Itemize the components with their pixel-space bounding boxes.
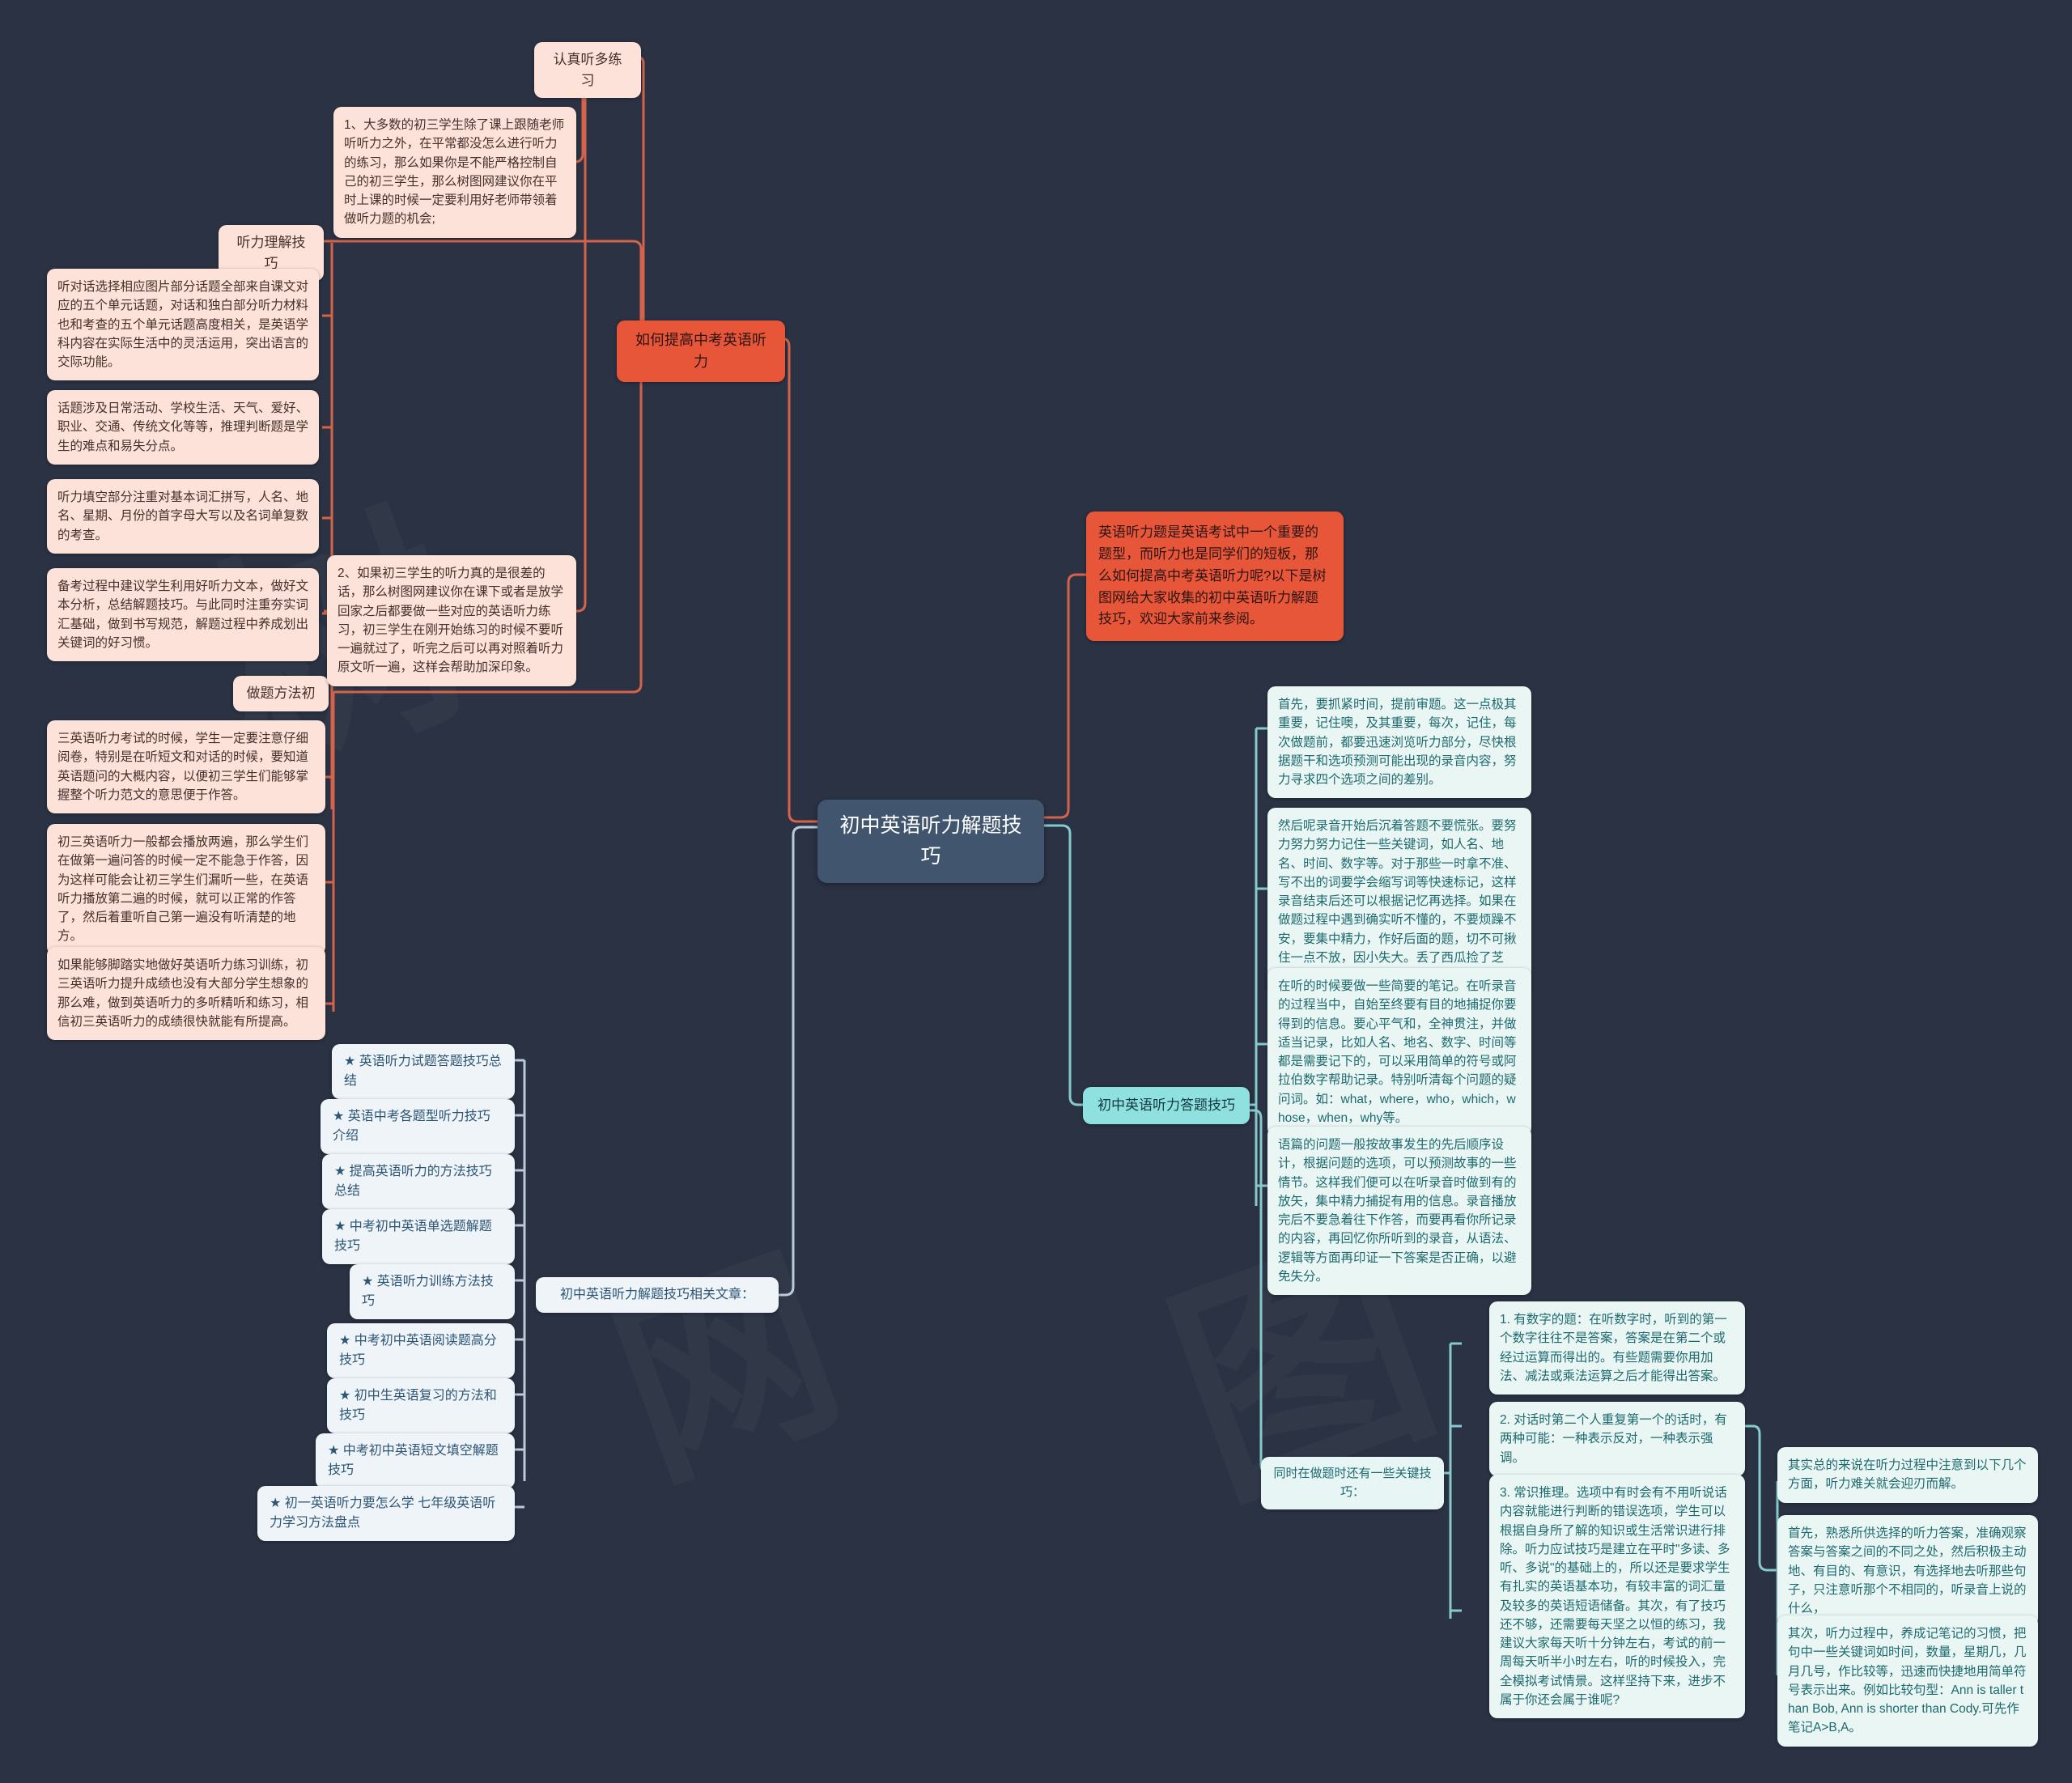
related-article-2[interactable]: ★ 英语中考各题型听力技巧介绍: [321, 1099, 515, 1154]
left-item-method-1[interactable]: 2、如果初三学生的听力真的是很差的话，那么树图网建议你在课下或者是放学回家之后都…: [327, 555, 576, 686]
related-article-6[interactable]: ★ 中考初中英语阅读题高分技巧: [327, 1323, 515, 1378]
left-item-comprehension-4[interactable]: 备考过程中建议学生利用好听力文本，做好文本分析，总结解题技巧。与此同时注重夯实词…: [47, 568, 319, 661]
group-label-listen-practice[interactable]: 认真听多练习: [534, 42, 641, 98]
left-item-practice-1[interactable]: 1、大多数的初三学生除了课上跟随老师听听力之外，在平常都没怎么进行听力的练习，那…: [333, 107, 576, 238]
right-intro-box[interactable]: 英语听力题是英语考试中一个重要的题型，而听力也是同学们的短板，那么如何提高中考英…: [1086, 512, 1344, 642]
left-item-comprehension-1[interactable]: 听对话选择相应图片部分话题全部来自课文对应的五个单元话题，对话和独白部分听力材料…: [47, 269, 319, 381]
summary-item-3[interactable]: 其次，听力过程中，养成记笔记的习惯，把句中一些关键词如时间，数量，星期几，几月几…: [1777, 1615, 2038, 1747]
root-node[interactable]: 初中英语听力解题技巧: [817, 800, 1044, 883]
right-item-1[interactable]: 首先，要抓紧时间，提前审题。这一点极其重要，记住噢，及其重要，每次，记住，每次做…: [1267, 686, 1531, 799]
related-article-9[interactable]: ★ 初一英语听力要怎么学 七年级英语听力学习方法盘点: [257, 1486, 515, 1541]
right-item-4[interactable]: 语篇的问题一般按故事发生的先后顺序设计，根据问题的选项，可以预测故事的一些情节。…: [1267, 1127, 1531, 1295]
related-article-7[interactable]: ★ 初中生英语复习的方法和技巧: [327, 1378, 515, 1433]
watermark: 网: [569, 1171, 871, 1530]
related-article-8[interactable]: ★ 中考初中英语短文填空解题技巧: [316, 1433, 515, 1488]
tip-item-3[interactable]: 3. 常识推理。选项中有时会有不用听说话内容就能进行判断的错误选项，学生可以根据…: [1489, 1475, 1745, 1718]
right-item-3[interactable]: 在听的时候要做一些简要的笔记。在听录音的过程当中，自始至终要有目的地捕捉你要得到…: [1267, 968, 1531, 1136]
left-item-method-2[interactable]: 三英语听力考试的时候，学生一定要注意仔细阅卷，特别是在听短文和对话的时候，要知道…: [47, 720, 325, 813]
tip-item-2[interactable]: 2. 对话时第二个人重复第一个的话时，有两种可能：一种表示反对，一种表示强调。: [1489, 1402, 1745, 1476]
summary-item-2[interactable]: 首先，熟悉所供选择的听力答案，准确观察答案与答案之间的不同之处，然后积极主动地、…: [1777, 1515, 2038, 1628]
related-article-3[interactable]: ★ 提高英语听力的方法技巧总结: [322, 1154, 515, 1209]
left-item-method-3[interactable]: 初三英语听力一般都会播放两遍，那么学生们在做第一遍问答的时候一定不能急于作答，因…: [47, 824, 325, 955]
mindmap-canvas: 树 图 网: [0, 0, 2072, 1783]
related-article-1[interactable]: ★ 英语听力试题答题技巧总结: [332, 1044, 515, 1099]
group-label-problem-method[interactable]: 做题方法初: [233, 676, 329, 711]
left-item-comprehension-3[interactable]: 听力填空部分注重对基本词汇拼写，人名、地名、星期、月份的首字母大写以及名词单复数…: [47, 479, 319, 554]
tips-label[interactable]: 同时在做题时还有一些关键技巧：: [1261, 1457, 1444, 1509]
related-article-4[interactable]: ★ 中考初中英语单选题解题技巧: [322, 1209, 515, 1264]
left-item-comprehension-2[interactable]: 话题涉及日常活动、学校生活、天气、爱好、职业、交通、传统文化等等，推理判断题是学…: [47, 390, 319, 465]
branch-label-answer-techniques[interactable]: 初中英语听力答题技巧: [1083, 1087, 1250, 1124]
branch-label-improve-listening[interactable]: 如何提高中考英语听力: [617, 321, 785, 382]
related-article-5[interactable]: ★ 英语听力训练方法技巧: [350, 1264, 515, 1319]
summary-item-1[interactable]: 其实总的来说在听力过程中注意到以下几个方面，听力难关就会迎刃而解。: [1777, 1447, 2038, 1503]
tip-item-1[interactable]: 1. 有数字的题：在听数字时，听到的第一个数字往往不是答案，答案是在第二个或经过…: [1489, 1301, 1745, 1395]
right-item-2[interactable]: 然后呢录音开始后沉着答题不要慌张。要努力努力努力记住一些关键词，如人名、地名、时…: [1267, 808, 1531, 996]
left-item-method-4[interactable]: 如果能够脚踏实地做好英语听力练习训练，初三英语听力提升成绩也没有大部分学生想象的…: [47, 947, 325, 1040]
related-articles-label[interactable]: 初中英语听力解题技巧相关文章：: [536, 1277, 779, 1313]
